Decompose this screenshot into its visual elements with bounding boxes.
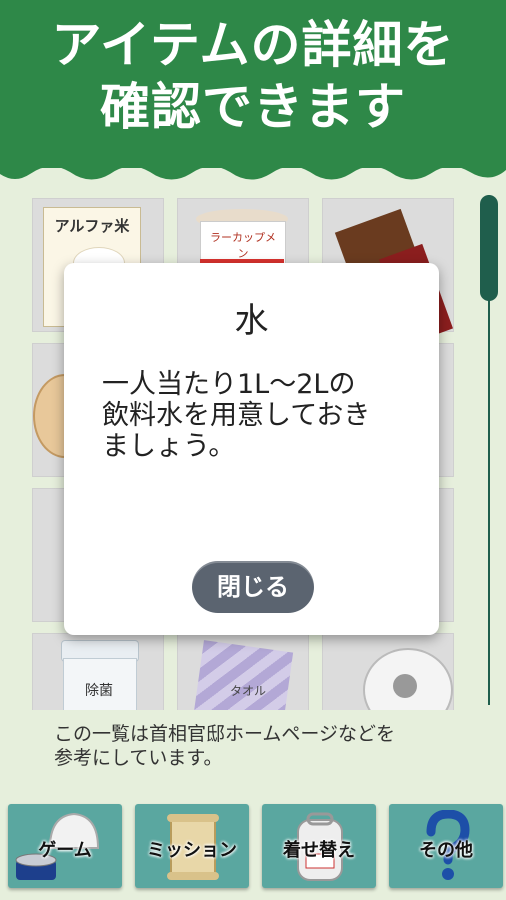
dialog-body: 一人当たり1L～2Lの 飲料水を用意しておき ましょう。 [102,369,371,462]
page-title: アイテムの詳細を 確認できます [0,14,506,138]
page-title-line1: アイテムの詳細を [51,16,455,74]
cup-noodle-label: ラーカップメン [210,231,276,260]
header-wave [0,150,506,180]
nav-other-label: その他 [419,840,473,861]
nav-mission-label: ミッション [147,840,237,861]
item-cell-towel[interactable]: タオル [177,633,309,710]
grid-scrollbar[interactable] [480,195,498,705]
nav-game-button[interactable]: ゲーム [8,804,122,888]
alpha-rice-label: アルファ米 [54,217,130,235]
item-cell-toilet-paper[interactable] [322,633,454,710]
nav-dressup-button[interactable]: 着せ替え [262,804,376,888]
nav-game-label: ゲーム [38,840,92,861]
dialog-title: 水 [234,301,269,341]
nav-other-button[interactable]: その他 [389,804,503,888]
close-button[interactable]: 閉じる [192,561,314,613]
page-title-line2: 確認できます [100,78,406,136]
footnote-text: この一覧は首相官邸ホームページなどを 参考にしています。 [54,723,396,769]
wet-wipes-label: 除菌 [85,683,113,699]
toilet-paper-core [393,674,417,698]
towel-icon [192,640,294,710]
nav-dressup-label: 着せ替え [283,840,355,861]
item-detail-dialog: 水 一人当たり1L～2Lの 飲料水を用意しておき ましょう。 閉じる [64,263,439,635]
towel-label: タオル [229,684,266,698]
scroll-thumb[interactable] [480,195,498,301]
item-cell-wet-wipes[interactable]: 除菌 [32,633,164,710]
nav-mission-button[interactable]: ミッション [135,804,249,888]
